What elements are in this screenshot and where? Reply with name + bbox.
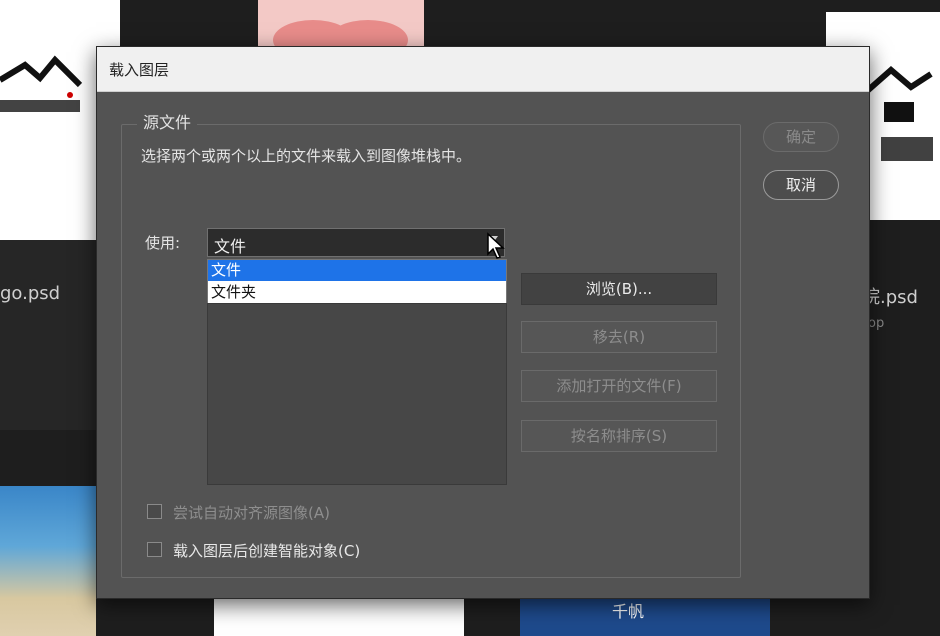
file-list[interactable] [207,303,507,485]
dialog-titlebar[interactable]: 载入图层 [97,47,869,92]
use-select[interactable]: 文件 [207,228,505,257]
smart-object-label: 载入图层后创建智能对象(C) [173,542,361,560]
source-files-label: 源文件 [137,109,198,133]
sort-by-name-button[interactable]: 按名称排序(S) [521,420,717,452]
use-label: 使用: [145,234,181,252]
cancel-button[interactable]: 取消 [763,170,839,200]
load-layers-dialog: 载入图层 源文件 选择两个或两个以上的文件来载入到图像堆栈中。 使用: 文件 文… [96,46,870,599]
right-file-label: 院.psd [862,287,918,308]
thumbnail-pink [258,0,424,60]
option-folder[interactable]: 文件夹 [208,282,506,303]
mouse-cursor-icon [487,232,505,259]
left-file-label: go.psd [0,283,61,304]
ok-button[interactable]: 确定 [763,122,839,152]
right-file-sub: op [868,316,885,331]
auto-align-checkbox[interactable] [147,504,162,519]
use-select-value: 文件 [214,237,247,256]
bottom-thumb-text: 千帆 [612,602,645,621]
thumbnail-bottom-blue: 千帆 [520,598,770,636]
browse-button[interactable]: 浏览(B)... [521,273,717,305]
add-open-files-button[interactable]: 添加打开的文件(F) [521,370,717,402]
source-description: 选择两个或两个以上的文件来载入到图像堆栈中。 [141,147,472,165]
heart-shape-icon [273,20,408,60]
option-file[interactable]: 文件 [208,260,506,281]
use-dropdown-list: 文件 文件夹 [207,259,507,304]
auto-align-label: 尝试自动对齐源图像(A) [173,504,330,522]
thumbnail-beach [0,486,96,636]
smart-object-checkbox[interactable] [147,542,162,557]
thumbnail-bottom-white [214,598,464,636]
dialog-title: 载入图层 [109,61,170,79]
remove-button[interactable]: 移去(R) [521,321,717,353]
